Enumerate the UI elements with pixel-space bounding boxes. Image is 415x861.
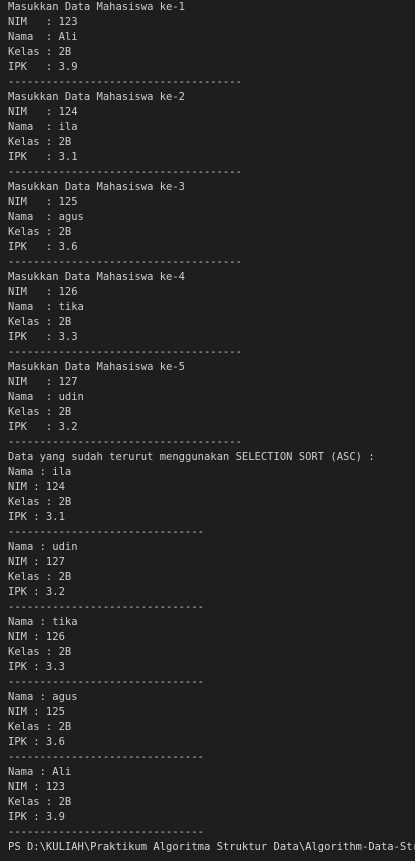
terminal-line: Data yang sudah terurut menggunakan SELE… [8, 451, 375, 463]
terminal-line: Kelas : 2B [8, 571, 72, 583]
terminal-line: NIM : 125 [8, 196, 78, 208]
terminal-line: IPK : 3.1 [8, 151, 78, 163]
terminal-line: Nama : tika [8, 301, 84, 313]
terminal-line: Nama : ila [8, 121, 78, 133]
terminal-lines: Masukkan Data Mahasiswa ke-1 NIM : 123 Nam… [8, 0, 415, 840]
terminal-output[interactable]: Masukkan Data Mahasiswa ke-1 NIM : 123 Nam… [0, 0, 415, 861]
terminal-line: Nama : Ali [8, 31, 78, 43]
terminal-line: Kelas : 2B [8, 796, 72, 808]
terminal-line: NIM : 127 [8, 556, 65, 568]
terminal-line: NIM : 123 [8, 16, 78, 28]
terminal-line: Masukkan Data Mahasiswa ke-1 [8, 1, 186, 13]
terminal-line: IPK : 3.6 [8, 736, 65, 748]
terminal-line: ------------------------------------- [8, 166, 242, 178]
terminal-line: Nama : agus [8, 691, 78, 703]
terminal-line: IPK : 3.2 [8, 421, 78, 433]
terminal-line: ------------------------------------- [8, 346, 242, 358]
terminal-line: NIM : 127 [8, 376, 78, 388]
terminal-line: ------------------------------- [8, 526, 204, 538]
terminal-line: Kelas : 2B [8, 646, 72, 658]
terminal-line: NIM : 126 [8, 631, 65, 643]
terminal-line: ------------------------------- [8, 826, 204, 838]
terminal-line: IPK : 3.1 [8, 511, 65, 523]
terminal-line: Kelas : 2B [8, 721, 72, 733]
terminal-line: ------------------------------- [8, 751, 204, 763]
terminal-line: Nama : udin [8, 391, 84, 403]
terminal-line: NIM : 126 [8, 286, 78, 298]
terminal-line: IPK : 3.3 [8, 661, 65, 673]
terminal-line: Nama : ila [8, 466, 72, 478]
terminal-line: ------------------------------- [8, 676, 204, 688]
terminal-line: IPK : 3.6 [8, 241, 78, 253]
terminal-line: NIM : 124 [8, 106, 78, 118]
terminal-line: ------------------------------------- [8, 76, 242, 88]
terminal-line: NIM : 124 [8, 481, 65, 493]
terminal-line: NIM : 123 [8, 781, 65, 793]
terminal-line: IPK : 3.9 [8, 61, 78, 73]
terminal-line: NIM : 125 [8, 706, 65, 718]
terminal-line: Masukkan Data Mahasiswa ke-2 [8, 91, 186, 103]
terminal-line: Masukkan Data Mahasiswa ke-3 [8, 181, 186, 193]
terminal-line: Kelas : 2B [8, 226, 72, 238]
terminal-line: Kelas : 2B [8, 496, 72, 508]
terminal-line: Kelas : 2B [8, 136, 72, 148]
shell-prompt[interactable]: PS D:\KULIAH\Praktikum Algoritma Struktu… [8, 840, 415, 855]
terminal-line: Masukkan Data Mahasiswa ke-4 [8, 271, 186, 283]
terminal-line: Nama : udin [8, 541, 78, 553]
terminal-line: IPK : 3.2 [8, 586, 65, 598]
terminal-line: Kelas : 2B [8, 406, 72, 418]
terminal-line: Kelas : 2B [8, 316, 72, 328]
terminal-line: ------------------------------- [8, 601, 204, 613]
terminal-line: Nama : Ali [8, 766, 72, 778]
terminal-line: ------------------------------------- [8, 436, 242, 448]
terminal-line: Masukkan Data Mahasiswa ke-5 [8, 361, 186, 373]
terminal-line: Nama : tika [8, 616, 78, 628]
terminal-line: IPK : 3.9 [8, 811, 65, 823]
terminal-line: Kelas : 2B [8, 46, 72, 58]
terminal-line: ------------------------------------- [8, 256, 242, 268]
terminal-line: IPK : 3.3 [8, 331, 78, 343]
terminal-line: Nama : agus [8, 211, 84, 223]
